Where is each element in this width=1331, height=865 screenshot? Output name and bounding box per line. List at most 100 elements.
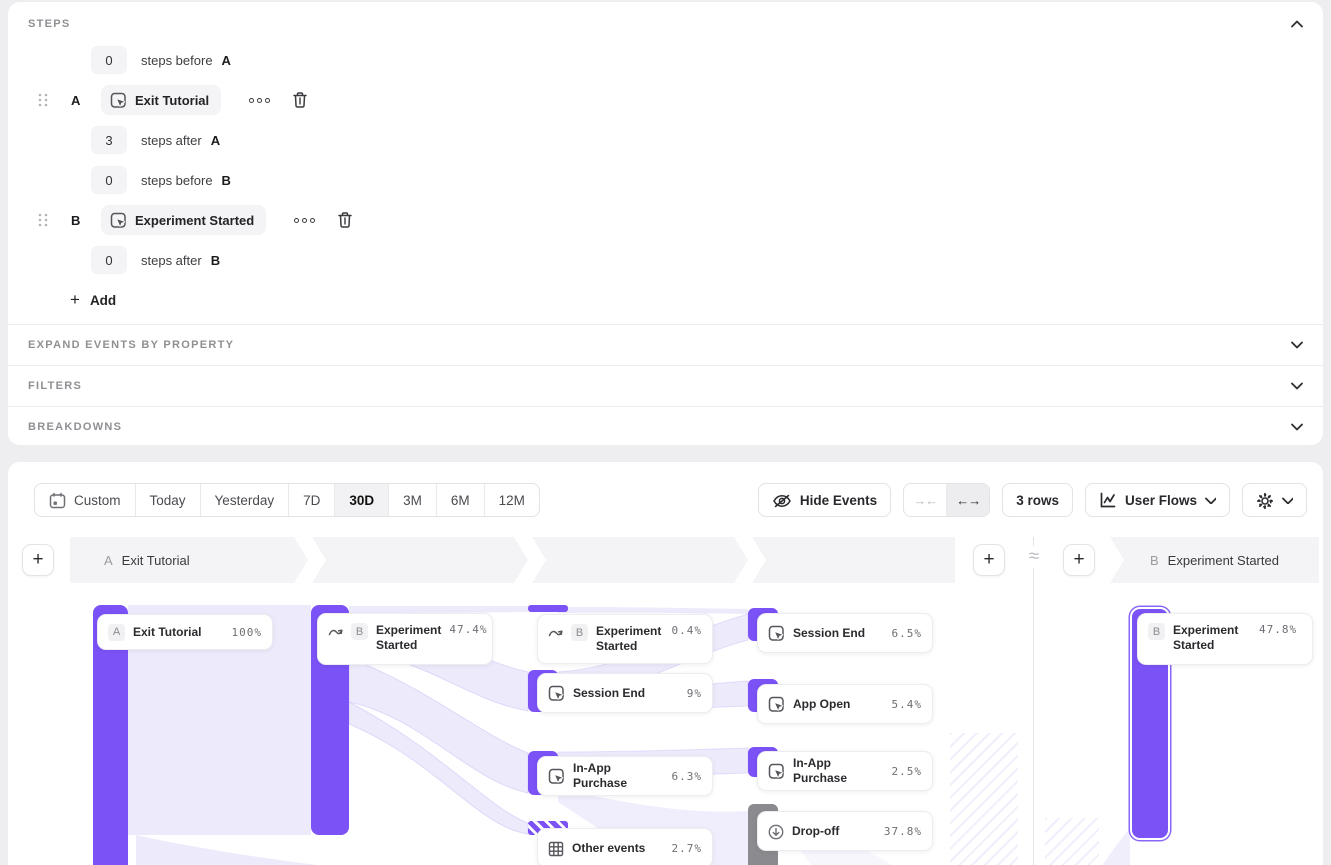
flow-node-experiment-started-final[interactable]: B Experiment Started 47.8% [1137,613,1313,665]
approx-divider-line [1033,537,1034,865]
flow-header-bands: A Exit Tutorial [70,537,955,583]
grid-icon [548,841,564,857]
flow-header-step-b[interactable]: B Experiment Started [1110,537,1319,583]
node-title: Experiment Started [596,624,664,654]
filters-title: FILTERS [28,380,82,392]
steps-after-a-input[interactable]: 3 [91,126,127,154]
event-icon [548,768,565,785]
flow-node-other-events[interactable]: Other events 2.7% [537,828,713,865]
node-percent: 5.4% [892,698,923,711]
drag-handle-icon[interactable] [38,93,48,107]
node-percent: 9% [687,687,702,700]
approx-texture [950,733,1018,865]
plus-icon: + [70,290,80,310]
steps-section-title: STEPS [28,18,71,30]
node-percent: 6.5% [892,627,923,640]
step-a-letter: A [71,93,85,108]
flow-node-session-end-1[interactable]: Session End 9% [537,673,713,713]
step-a-more-button[interactable] [245,94,274,107]
steps-before-b-label: steps before [141,173,213,188]
node-percent: 47.8% [1259,623,1297,636]
steps-before-b-input[interactable]: 0 [91,166,127,194]
add-step-label: Add [90,293,116,308]
flow-header-segment[interactable] [532,537,748,583]
event-icon [110,212,127,229]
drag-handle-icon[interactable] [38,213,48,227]
flow-header-segment[interactable] [312,537,528,583]
node-bar-experiment-started-small[interactable] [528,605,568,612]
step-a-event-name: Exit Tutorial [135,93,209,108]
node-percent: 2.7% [672,842,703,855]
node-percent: 2.5% [892,765,923,778]
steps-after-b-label: steps after [141,253,202,268]
drop-off-icon [768,824,784,840]
steps-panel: STEPS 0 steps before A A Exit Tutorial 3… [8,2,1323,445]
approx-symbol: ≈ [1021,546,1047,568]
step-b-delete-button[interactable] [336,211,354,229]
node-title: App Open [793,697,884,712]
step-b-event-chip[interactable]: Experiment Started [101,205,266,235]
steps-after-b-input[interactable]: 0 [91,246,127,274]
node-title: In-App Purchase [573,761,664,791]
filters-section[interactable]: FILTERS [8,365,1323,406]
steps-collapse-button[interactable] [1289,16,1305,32]
wavy-arrow-icon [328,624,343,637]
chevron-down-icon[interactable] [1289,419,1305,435]
header-a-name: Exit Tutorial [122,553,190,568]
steps-before-a-input[interactable]: 0 [91,46,127,74]
steps-rows: 0 steps before A A Exit Tutorial 3 steps… [8,40,1323,320]
step-a-event-chip[interactable]: Exit Tutorial [101,85,221,115]
node-percent: 100% [232,626,263,639]
event-icon [768,696,785,713]
flow-node-in-app-purchase-2[interactable]: In-App Purchase 2.5% [757,751,933,791]
flow-node-app-open[interactable]: App Open 5.4% [757,684,933,724]
step-a-row: A Exit Tutorial [8,80,1323,120]
add-column-middle-button[interactable]: + [973,544,1005,576]
node-title: Session End [793,626,884,641]
event-icon [110,92,127,109]
node-percent: 6.3% [672,770,703,783]
node-percent: 47.4% [449,623,487,636]
event-icon [768,763,785,780]
steps-after-a-label: steps after [141,133,202,148]
add-step-button[interactable]: + Add [8,280,1323,320]
node-title: Exit Tutorial [133,625,224,640]
chevron-down-icon[interactable] [1289,378,1305,394]
node-letter-badge: B [1148,623,1165,640]
steps-after-a-row: 3 steps after A [8,120,1323,160]
event-icon [768,625,785,642]
step-b-row: B Experiment Started [8,200,1323,240]
flow-node-exit-tutorial[interactable]: A Exit Tutorial 100% [97,614,273,650]
add-column-left-button[interactable]: + [22,544,54,576]
step-b-letter: B [71,213,85,228]
flow-node-session-end-2[interactable]: Session End 6.5% [757,613,933,653]
node-letter-badge: B [571,624,588,641]
node-title: Experiment Started [376,623,441,653]
node-percent: 37.8% [884,825,922,838]
header-a-letter: A [104,553,113,568]
flow-node-in-app-purchase-1[interactable]: In-App Purchase 6.3% [537,756,713,796]
steps-after-a-ref: A [211,133,220,148]
step-a-delete-button[interactable] [291,91,309,109]
node-title: In-App Purchase [793,756,884,786]
node-letter-badge: B [351,623,368,640]
node-title: Session End [573,686,679,701]
step-b-more-button[interactable] [290,214,319,227]
step-b-event-name: Experiment Started [135,213,254,228]
flow-node-experiment-started-mid[interactable]: B Experiment Started 47.4% [317,613,493,665]
steps-before-a-ref: A [222,53,231,68]
breakdowns-section[interactable]: BREAKDOWNS [8,406,1323,447]
header-b-letter: B [1150,553,1159,568]
expand-events-title: EXPAND EVENTS BY PROPERTY [28,339,234,351]
flow-node-drop-off[interactable]: Drop-off 37.8% [757,811,933,851]
steps-before-b-row: 0 steps before B [8,160,1323,200]
steps-after-b-ref: B [211,253,220,268]
expand-events-by-property-section[interactable]: EXPAND EVENTS BY PROPERTY [8,324,1323,365]
node-title: Drop-off [792,824,876,839]
flow-node-experiment-started-small[interactable]: B Experiment Started 0.4% [537,614,713,664]
add-column-right-button[interactable]: + [1063,544,1095,576]
header-b-name: Experiment Started [1168,553,1279,568]
flow-header-segment[interactable] [752,537,955,583]
flow-header-step-a[interactable]: A Exit Tutorial [70,537,308,583]
chevron-down-icon[interactable] [1289,337,1305,353]
